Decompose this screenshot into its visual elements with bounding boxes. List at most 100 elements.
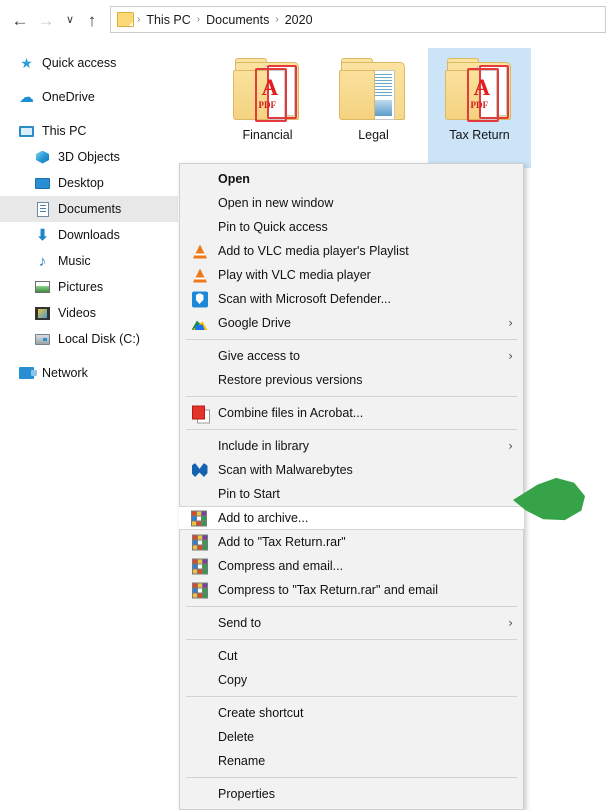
menu-item-label: Cut (218, 649, 238, 663)
file-tile-financial[interactable]: A PDF Financial (216, 48, 319, 168)
sidebar-item-network[interactable]: Network (0, 360, 178, 386)
menu-item-label: Include in library (218, 439, 310, 453)
forward-button[interactable]: → (34, 8, 58, 32)
menu-item-label: Give access to (218, 349, 300, 363)
menu-item-compress-to-tax-return-rar-and-email[interactable]: Compress to "Tax Return.rar" and email (180, 578, 523, 602)
menu-item-properties[interactable]: Properties (180, 782, 523, 806)
pdf-folder-icon: A PDF (443, 56, 517, 124)
chevron-right-icon: › (508, 349, 513, 363)
doc-folder-icon (337, 56, 411, 124)
menu-item-compress-and-email[interactable]: Compress and email... (180, 554, 523, 578)
sidebar-item-desktop[interactable]: Desktop (0, 170, 178, 196)
menu-item-label: Pin to Quick access (218, 220, 328, 234)
menu-item-add-to-vlc-playlist[interactable]: Add to VLC media player's Playlist (180, 239, 523, 263)
acrobat-icon (191, 405, 210, 423)
menu-item-create-shortcut[interactable]: Create shortcut (180, 701, 523, 725)
menu-item-send-to[interactable]: Send to › (180, 611, 523, 635)
sidebar-item-downloads[interactable]: ⬇ Downloads (0, 222, 178, 248)
menu-item-copy[interactable]: Copy (180, 668, 523, 692)
breadcrumb-item-this-pc[interactable]: This PC (141, 13, 195, 27)
pdf-folder-icon: A PDF (231, 56, 305, 124)
download-icon: ⬇ (36, 226, 49, 244)
video-icon (34, 305, 51, 322)
menu-item-scan-with-microsoft-defender[interactable]: Scan with Microsoft Defender... (180, 287, 523, 311)
menu-item-label: Add to VLC media player's Playlist (218, 244, 409, 258)
sidebar-item-3d-objects[interactable]: 3D Objects (0, 144, 178, 170)
menu-item-label: Open (218, 172, 250, 186)
sidebar-item-label: Videos (58, 306, 96, 320)
up-button[interactable]: ↑ (80, 8, 104, 32)
winrar-icon (191, 582, 208, 599)
file-tile-legal[interactable]: Legal (322, 48, 425, 168)
recent-locations-button[interactable]: ∨ (58, 8, 82, 32)
menu-item-label: Copy (218, 673, 248, 687)
sidebar-item-pictures[interactable]: Pictures (0, 274, 178, 300)
vlc-cone-icon (191, 267, 208, 284)
chevron-right-icon: › (508, 316, 513, 330)
sidebar-item-videos[interactable]: Videos (0, 300, 178, 326)
sidebar-item-label: Downloads (58, 228, 120, 242)
chevron-right-icon: › (508, 439, 513, 453)
menu-item-label: Create shortcut (218, 706, 304, 720)
menu-item-label: Combine files in Acrobat... (218, 406, 364, 420)
menu-separator (186, 396, 517, 397)
winrar-icon (190, 510, 207, 527)
breadcrumb-item-2020[interactable]: 2020 (280, 13, 318, 27)
arrow-left-icon: ← (11, 10, 29, 30)
defender-shield-icon (191, 291, 208, 308)
sidebar-item-this-pc[interactable]: This PC (0, 118, 178, 144)
chevron-down-icon: ∨ (65, 13, 75, 26)
menu-item-rename[interactable]: Rename (180, 749, 523, 773)
menu-item-give-access-to[interactable]: Give access to › (180, 344, 523, 368)
menu-item-delete[interactable]: Delete (180, 725, 523, 749)
sidebar-item-label: Music (58, 254, 91, 268)
sidebar-item-label: Desktop (58, 176, 104, 190)
picture-icon (34, 279, 51, 296)
cloud-icon: ☁ (19, 88, 34, 106)
sidebar-item-label: Quick access (42, 56, 117, 70)
menu-item-label: Add to "Tax Return.rar" (218, 535, 346, 549)
sidebar-item-label: Documents (58, 202, 122, 216)
breadcrumb-item-documents[interactable]: Documents (201, 13, 274, 27)
menu-item-add-to-archive[interactable]: Add to archive... (179, 506, 524, 530)
star-icon: ★ (20, 55, 33, 71)
back-button[interactable]: ← (8, 8, 32, 32)
menu-item-pin-to-quick-access[interactable]: Pin to Quick access (180, 215, 523, 239)
music-note-icon: ♪ (38, 252, 47, 270)
sidebar-item-label: Network (42, 366, 88, 380)
menu-item-add-to-tax-return-rar[interactable]: Add to "Tax Return.rar" (180, 530, 523, 554)
google-drive-icon (191, 315, 208, 332)
menu-item-label: Google Drive (218, 316, 291, 330)
file-tile-label: Legal (358, 128, 389, 142)
sidebar-item-onedrive[interactable]: ☁ OneDrive (0, 84, 178, 110)
file-tile-label: Financial (242, 128, 293, 142)
menu-item-pin-to-start[interactable]: Pin to Start (180, 482, 523, 506)
sidebar-item-music[interactable]: ♪ Music (0, 248, 178, 274)
file-tile-tax-return[interactable]: A PDF Tax Return (428, 48, 531, 168)
menu-item-cut[interactable]: Cut (180, 644, 523, 668)
menu-item-play-with-vlc[interactable]: Play with VLC media player (180, 263, 523, 287)
menu-item-include-in-library[interactable]: Include in library › (180, 434, 523, 458)
menu-separator (186, 777, 517, 778)
document-icon (34, 201, 51, 218)
sidebar-item-local-disk-c[interactable]: Local Disk (C:) (0, 326, 178, 352)
menu-item-google-drive[interactable]: Google Drive › (180, 311, 523, 335)
menu-separator (186, 696, 517, 697)
menu-item-label: Delete (218, 730, 255, 744)
menu-item-open-in-new-window[interactable]: Open in new window (180, 191, 523, 215)
menu-separator (186, 639, 517, 640)
menu-item-open[interactable]: Open (180, 167, 523, 191)
address-bar[interactable]: › This PC › Documents › 2020 (110, 6, 606, 33)
network-icon (18, 365, 37, 382)
menu-item-scan-with-malwarebytes[interactable]: Scan with Malwarebytes (180, 458, 523, 482)
menu-separator (186, 339, 517, 340)
sidebar-item-documents[interactable]: Documents (0, 196, 178, 222)
winrar-icon (191, 534, 208, 551)
context-menu: Open Open in new window Pin to Quick acc… (179, 163, 524, 810)
menu-separator (186, 429, 517, 430)
sidebar-item-quick-access[interactable]: ★ Quick access (0, 50, 178, 76)
menu-item-combine-files-in-acrobat[interactable]: Combine files in Acrobat... (180, 401, 523, 425)
menu-item-restore-previous-versions[interactable]: Restore previous versions (180, 368, 523, 392)
